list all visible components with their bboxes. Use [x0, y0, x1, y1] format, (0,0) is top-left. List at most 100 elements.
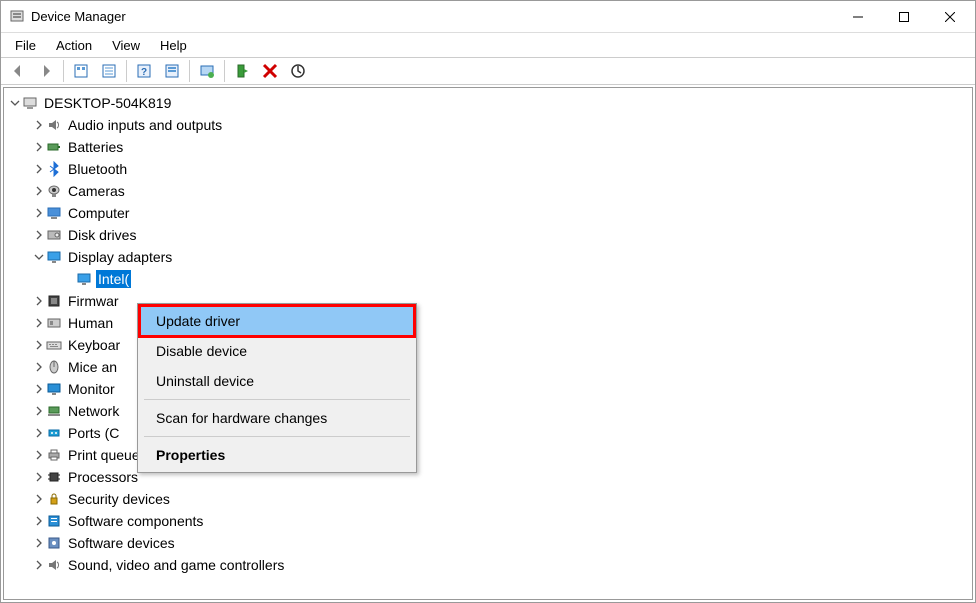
close-button[interactable]	[927, 2, 973, 32]
chevron-right-icon[interactable]	[32, 382, 46, 396]
chevron-right-icon[interactable]	[32, 536, 46, 550]
titlebar: Device Manager	[1, 1, 975, 33]
tree-category-label: Bluetooth	[66, 160, 129, 178]
chevron-right-icon[interactable]	[32, 184, 46, 198]
app-icon	[9, 9, 25, 25]
scan-hardware-button[interactable]	[285, 60, 311, 82]
chevron-right-icon[interactable]	[32, 140, 46, 154]
help-button[interactable]: ?	[131, 60, 157, 82]
battery-icon	[46, 139, 62, 155]
tree-root[interactable]: DESKTOP-504K819	[4, 92, 972, 114]
hid-icon	[46, 315, 62, 331]
tree-category[interactable]: Bluetooth	[4, 158, 972, 180]
keyboard-icon	[46, 337, 62, 353]
tree-category[interactable]: Batteries	[4, 136, 972, 158]
tree-category-label: Keyboar	[66, 336, 122, 354]
computer-root-icon	[22, 95, 38, 111]
back-button[interactable]	[5, 60, 31, 82]
tree-category-label: Processors	[66, 468, 140, 486]
chevron-down-icon[interactable]	[32, 250, 46, 264]
update-driver-button[interactable]	[194, 60, 220, 82]
chevron-right-icon[interactable]	[32, 316, 46, 330]
chevron-right-icon[interactable]	[32, 514, 46, 528]
chevron-right-icon[interactable]	[32, 404, 46, 418]
tree-category[interactable]: Cameras	[4, 180, 972, 202]
tree-category-label: Human	[66, 314, 115, 332]
context-menu: Update driverDisable deviceUninstall dev…	[137, 303, 417, 473]
ports-icon	[46, 425, 62, 441]
menu-separator	[144, 399, 410, 400]
context-menu-item[interactable]: Scan for hardware changes	[140, 403, 414, 433]
speaker-icon	[46, 117, 62, 133]
toolbar: ?	[1, 57, 975, 85]
context-menu-item[interactable]: Update driver	[138, 304, 416, 338]
chevron-right-icon[interactable]	[32, 118, 46, 132]
cpu-icon	[46, 469, 62, 485]
tree-category[interactable]: Software components	[4, 510, 972, 532]
properties-button[interactable]	[159, 60, 185, 82]
context-menu-item[interactable]: Disable device	[140, 336, 414, 366]
chevron-right-icon[interactable]	[32, 360, 46, 374]
tree-category[interactable]: Software devices	[4, 532, 972, 554]
chevron-right-icon[interactable]	[32, 206, 46, 220]
tree-category[interactable]: Computer	[4, 202, 972, 224]
chevron-right-icon[interactable]	[32, 426, 46, 440]
chevron-right-icon[interactable]	[32, 228, 46, 242]
disk-icon	[46, 227, 62, 243]
computer-icon	[46, 205, 62, 221]
tree-category-label: Batteries	[66, 138, 125, 156]
chevron-right-icon[interactable]	[32, 294, 46, 308]
software-dev-icon	[46, 535, 62, 551]
enable-device-button[interactable]	[229, 60, 255, 82]
tree-category[interactable]: Security devices	[4, 488, 972, 510]
printer-icon	[46, 447, 62, 463]
tree-category-label: Software devices	[66, 534, 177, 552]
menu-action[interactable]: Action	[46, 36, 102, 55]
menu-view[interactable]: View	[102, 36, 150, 55]
tree-category-label: Cameras	[66, 182, 127, 200]
sound-icon	[46, 557, 62, 573]
security-icon	[46, 491, 62, 507]
show-list-button[interactable]	[96, 60, 122, 82]
minimize-button[interactable]	[835, 2, 881, 32]
network-icon	[46, 403, 62, 419]
menubar: File Action View Help	[1, 33, 975, 57]
chevron-right-icon[interactable]	[32, 558, 46, 572]
display-icon	[76, 271, 92, 287]
show-icon-button[interactable]	[68, 60, 94, 82]
uninstall-device-button[interactable]	[257, 60, 283, 82]
tree-category[interactable]: Disk drives	[4, 224, 972, 246]
tree-category[interactable]: Display adapters	[4, 246, 972, 268]
tree-device-label: Intel(	[96, 270, 131, 288]
tree-category-label: Display adapters	[66, 248, 174, 266]
firmware-icon	[46, 293, 62, 309]
tree-category-label: Computer	[66, 204, 131, 222]
chevron-right-icon[interactable]	[32, 492, 46, 506]
chevron-right-icon[interactable]	[32, 470, 46, 484]
forward-button[interactable]	[33, 60, 59, 82]
window-title: Device Manager	[31, 9, 126, 24]
context-menu-item[interactable]: Uninstall device	[140, 366, 414, 396]
tree-root-label: DESKTOP-504K819	[42, 94, 173, 112]
chevron-right-icon[interactable]	[32, 338, 46, 352]
svg-text:?: ?	[141, 67, 147, 78]
tree-category-label: Mice an	[66, 358, 119, 376]
maximize-button[interactable]	[881, 2, 927, 32]
tree-category[interactable]: Audio inputs and outputs	[4, 114, 972, 136]
camera-icon	[46, 183, 62, 199]
tree-device[interactable]: Intel(	[4, 268, 972, 290]
display-icon	[46, 249, 62, 265]
chevron-right-icon[interactable]	[32, 448, 46, 462]
chevron-right-icon[interactable]	[32, 162, 46, 176]
monitor-icon	[46, 381, 62, 397]
context-menu-item[interactable]: Properties	[140, 440, 414, 470]
menu-help[interactable]: Help	[150, 36, 197, 55]
tree-category-label: Firmwar	[66, 292, 121, 310]
chevron-down-icon[interactable]	[8, 96, 22, 110]
menu-file[interactable]: File	[5, 36, 46, 55]
tree-category[interactable]: Sound, video and game controllers	[4, 554, 972, 576]
software-comp-icon	[46, 513, 62, 529]
menu-separator	[144, 436, 410, 437]
mouse-icon	[46, 359, 62, 375]
tree-category-label: Network	[66, 402, 121, 420]
